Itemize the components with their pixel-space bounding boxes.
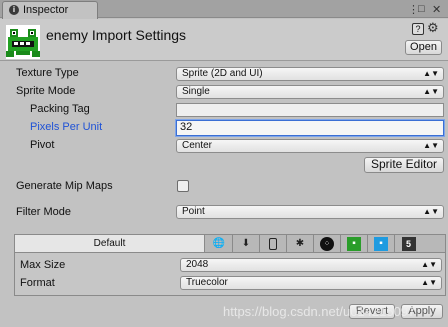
generate-mip-maps-checkbox[interactable]	[177, 180, 189, 192]
pixels-per-unit-label: Pixels Per Unit	[30, 121, 103, 133]
tab-inspector-label: Inspector	[23, 4, 69, 16]
asset-title: enemy Import Settings	[46, 27, 187, 43]
max-size-dropdown[interactable]: 2048 ▲▼	[180, 258, 442, 272]
dropdown-arrow-icon: ▲▼	[423, 87, 439, 96]
texture-type-label: Texture Type	[16, 67, 79, 79]
tab-xbox[interactable]: ▪	[341, 235, 368, 252]
dropdown-arrow-icon: ▲▼	[423, 141, 439, 150]
tab-android[interactable]: ✱	[287, 235, 314, 252]
filter-mode-label: Filter Mode	[16, 206, 72, 218]
texture-type-dropdown[interactable]: Sprite (2D and UI) ▲▼	[176, 67, 444, 81]
download-icon: ⬇	[241, 237, 251, 249]
gear-icon[interactable]: ⚙	[427, 20, 439, 36]
pivot-label: Pivot	[30, 139, 55, 151]
format-value: Truecolor	[186, 277, 228, 288]
tab-blackberry[interactable]: ⁘	[314, 235, 341, 252]
book-help-icon[interactable]: ?	[412, 23, 424, 35]
windows-store-icon: ▪	[374, 236, 388, 251]
sprite-thumbnail-icon	[6, 25, 40, 59]
watermark-text: https://blog.csdn.net/u014215097	[223, 304, 416, 319]
pivot-dropdown[interactable]: Center ▲▼	[176, 139, 444, 153]
sprite-mode-label: Sprite Mode	[16, 85, 76, 97]
dropdown-arrow-icon: ▲▼	[421, 260, 437, 269]
pivot-value: Center	[182, 140, 213, 151]
tab-download[interactable]: ⬇	[233, 235, 260, 252]
max-size-label: Max Size	[20, 259, 66, 271]
filter-mode-dropdown[interactable]: Point ▲▼	[176, 205, 444, 219]
close-icon[interactable]: ✕	[432, 3, 441, 16]
info-icon: i	[9, 5, 19, 15]
tab-webgl[interactable]: 5	[395, 235, 422, 252]
max-size-value: 2048	[186, 259, 209, 270]
packing-tag-field[interactable]	[176, 103, 444, 117]
maximize-icon[interactable]: □	[418, 3, 425, 15]
sprite-mode-value: Single	[182, 86, 210, 97]
sprite-mode-dropdown[interactable]: Single ▲▼	[176, 85, 444, 99]
sprite-editor-button[interactable]: Sprite Editor	[364, 157, 444, 173]
filter-mode-value: Point	[182, 206, 205, 217]
packing-tag-label: Packing Tag	[30, 103, 90, 115]
open-button[interactable]: Open	[405, 40, 442, 55]
generate-mip-maps-label: Generate Mip Maps	[16, 180, 113, 192]
pixels-per-unit-field[interactable]: 32	[176, 120, 444, 136]
tab-inspector[interactable]: i Inspector	[2, 1, 98, 19]
tab-windows-store[interactable]: ▪	[368, 235, 395, 252]
android-icon: ✱	[295, 237, 305, 249]
dropdown-arrow-icon: ▲▼	[421, 278, 437, 287]
format-dropdown[interactable]: Truecolor ▲▼	[180, 276, 442, 290]
tab-ios[interactable]	[260, 235, 287, 252]
tab-standalone[interactable]: 🌐	[206, 235, 233, 252]
blackberry-icon: ⁘	[320, 236, 334, 251]
texture-type-value: Sprite (2D and UI)	[182, 68, 263, 79]
xbox-icon: ▪	[347, 236, 361, 251]
dropdown-arrow-icon: ▲▼	[423, 69, 439, 78]
globe-icon: 🌐	[212, 237, 226, 249]
dropdown-arrow-icon: ▲▼	[423, 207, 439, 216]
tab-default-platform[interactable]: Default	[15, 235, 205, 252]
format-label: Format	[20, 277, 55, 289]
html5-icon: 5	[401, 236, 416, 251]
phone-icon	[269, 237, 277, 250]
inspector-header: enemy Import Settings ? ⚙ Open	[0, 19, 448, 61]
